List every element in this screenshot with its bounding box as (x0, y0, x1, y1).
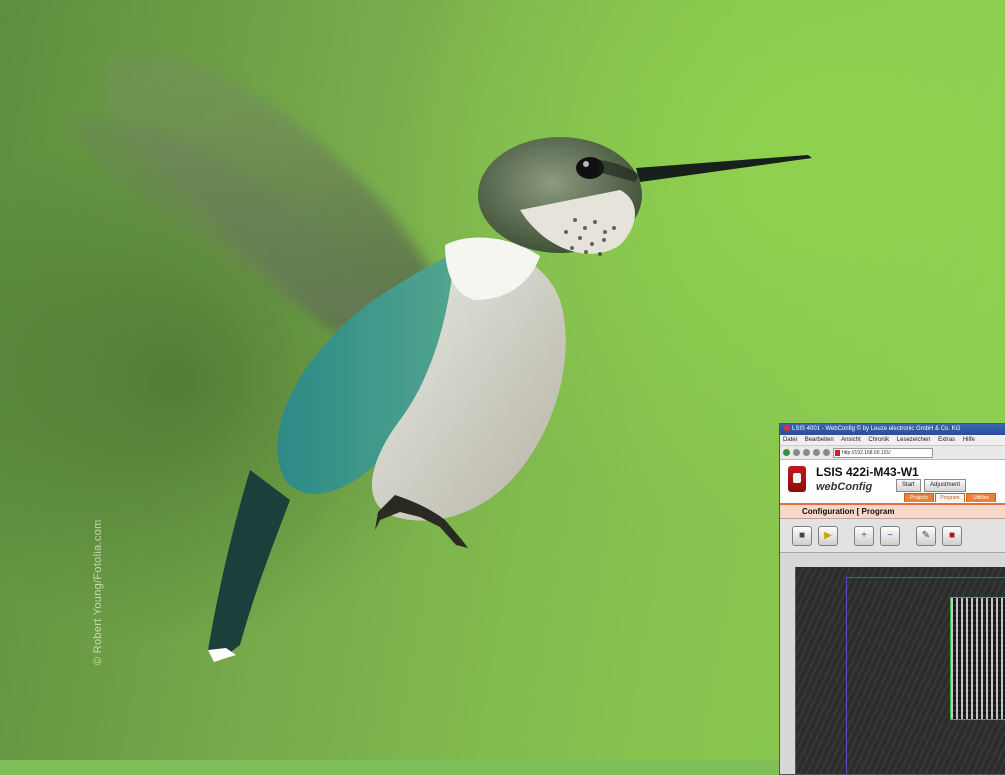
forward-icon[interactable] (793, 449, 800, 456)
menu-lesezeichen[interactable]: Lesezeichen (897, 437, 931, 443)
image-toolbar: ■ ▶ + − ✎ ■ (780, 519, 1005, 553)
adjustment-button[interactable]: Adjustment (924, 479, 967, 492)
window-titlebar: LSIS 4001 - WebConfig © by Leuze electro… (780, 424, 1005, 435)
configuration-title: Configuration [ Program (780, 505, 1005, 519)
photo-credit: © Robert Young/Fotolia.com (92, 519, 104, 665)
start-button[interactable]: Start (896, 479, 921, 492)
reload-icon[interactable] (803, 449, 810, 456)
menu-ansicht[interactable]: Ansicht (841, 437, 861, 443)
app-header: LSIS 422i-M43-W1 webConfig Start Adjustm… (780, 460, 1005, 505)
zoom-out-icon[interactable]: − (880, 525, 900, 546)
menu-hilfe[interactable]: Hilfe (963, 437, 975, 443)
image-view[interactable] (795, 567, 1005, 774)
menu-bearbeiten[interactable]: Bearbeiten (805, 437, 834, 443)
brand-web: web (816, 481, 838, 493)
menu-datei[interactable]: Datei (783, 437, 797, 443)
tools-icon[interactable]: ✎ (916, 525, 936, 546)
stop-icon[interactable] (823, 449, 830, 456)
back-icon[interactable] (783, 449, 790, 456)
camera-icon[interactable]: ■ (792, 525, 812, 546)
device-logo-icon (788, 466, 806, 492)
menu-extras[interactable]: Extras (938, 437, 955, 443)
export-icon[interactable]: ■ (942, 525, 962, 546)
tab-program[interactable]: Program (935, 493, 965, 502)
url-field[interactable]: http://192.168.60.101/ (833, 447, 933, 458)
brand-config: Config (837, 481, 873, 493)
device-model: LSIS 422i-M43-W1 (816, 465, 919, 479)
play-icon[interactable]: ▶ (818, 525, 838, 546)
window-title: LSIS 4001 - WebConfig © by Leuze electro… (792, 426, 961, 432)
browser-menubar: Datei Bearbeiten Ansicht Chronik Lesezei… (780, 435, 1005, 446)
menu-chronik[interactable]: Chronik (868, 437, 889, 443)
webconfig-screenshot: LSIS 4001 - WebConfig © by Leuze electro… (779, 423, 1005, 775)
tab-projects[interactable]: Projects (904, 493, 934, 502)
zoom-in-icon[interactable]: + (854, 525, 874, 546)
datamatrix-code (950, 597, 1005, 720)
tab-utilities[interactable]: Utilities (966, 493, 996, 502)
browser-navbar: http://192.168.60.101/ (780, 446, 1005, 460)
home-icon[interactable] (813, 449, 820, 456)
webconfig-brand: webConfig (816, 481, 872, 493)
app-icon (784, 425, 790, 432)
